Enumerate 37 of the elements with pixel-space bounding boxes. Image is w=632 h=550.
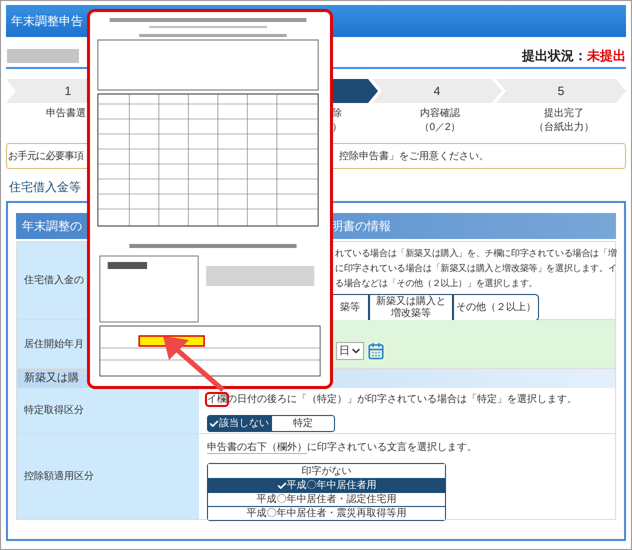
step-label: 提出完了 bbox=[544, 107, 584, 121]
step-sublabel: （台紙出力） bbox=[534, 121, 594, 135]
notice-text: 控除申告書」をご用意ください。 bbox=[339, 150, 490, 164]
day-select[interactable]: 日 bbox=[336, 342, 364, 360]
step-label: 申告書選 bbox=[46, 107, 86, 121]
row-label-text: 住宅借入金の bbox=[24, 274, 84, 288]
description-text: る場合などは「その他（２以上）」を選択します。 bbox=[335, 277, 538, 290]
submission-status: 提出状況：未提出 bbox=[522, 47, 626, 66]
page-title: 年末調整申告 bbox=[11, 13, 83, 30]
description-text: れている場合は「新築又は購入」を、チ欄に印字されている場合は「増 bbox=[335, 247, 617, 260]
check-icon bbox=[209, 418, 219, 428]
row-label-text: 居住開始年月 bbox=[24, 338, 84, 352]
option-item[interactable]: 平成〇年中居住者用 bbox=[208, 478, 445, 492]
step-label: 内容確認 bbox=[420, 107, 460, 121]
option-button[interactable]: 新築又は購入と増改築等 bbox=[369, 294, 453, 321]
step-sublabel: ） bbox=[332, 121, 342, 135]
description-text: に印字されている場合は「新築又は購入と増改築等」を選択します。イ bbox=[335, 262, 617, 275]
section-title: 住宅借入金等 bbox=[9, 179, 81, 196]
redacted-bar bbox=[7, 49, 79, 63]
subsection-title: 新築又は購 bbox=[24, 370, 79, 386]
calendar-icon[interactable] bbox=[367, 342, 385, 360]
step-tab[interactable]: 4 bbox=[372, 79, 502, 103]
check-icon bbox=[276, 480, 286, 490]
row-label-text: 特定取得区分 bbox=[24, 404, 84, 418]
option-item[interactable]: 平成〇年中居住者・震災再取得等用 bbox=[208, 506, 445, 520]
option-item[interactable]: 平成〇年中居住者・認定住宅用 bbox=[208, 492, 445, 506]
step-tab[interactable]: 5 bbox=[496, 79, 626, 103]
hint-text: 申告書の右下（欄外）に印字されている文言を選択します。 bbox=[207, 440, 478, 455]
option-button[interactable]: その他（２以上） bbox=[453, 294, 539, 321]
toggle-option[interactable]: 該当しない bbox=[207, 415, 271, 432]
option-item[interactable]: 印字がない bbox=[208, 464, 445, 478]
notice-text: お手元に必要事項 bbox=[8, 150, 84, 164]
toggle-option[interactable]: 特定 bbox=[271, 415, 335, 432]
step-sublabel: （0／2） bbox=[419, 121, 461, 135]
arrow bbox=[163, 336, 225, 392]
panel-title: 年末調整の bbox=[22, 218, 82, 235]
row-label-text: 控除額適用区分 bbox=[24, 470, 94, 484]
